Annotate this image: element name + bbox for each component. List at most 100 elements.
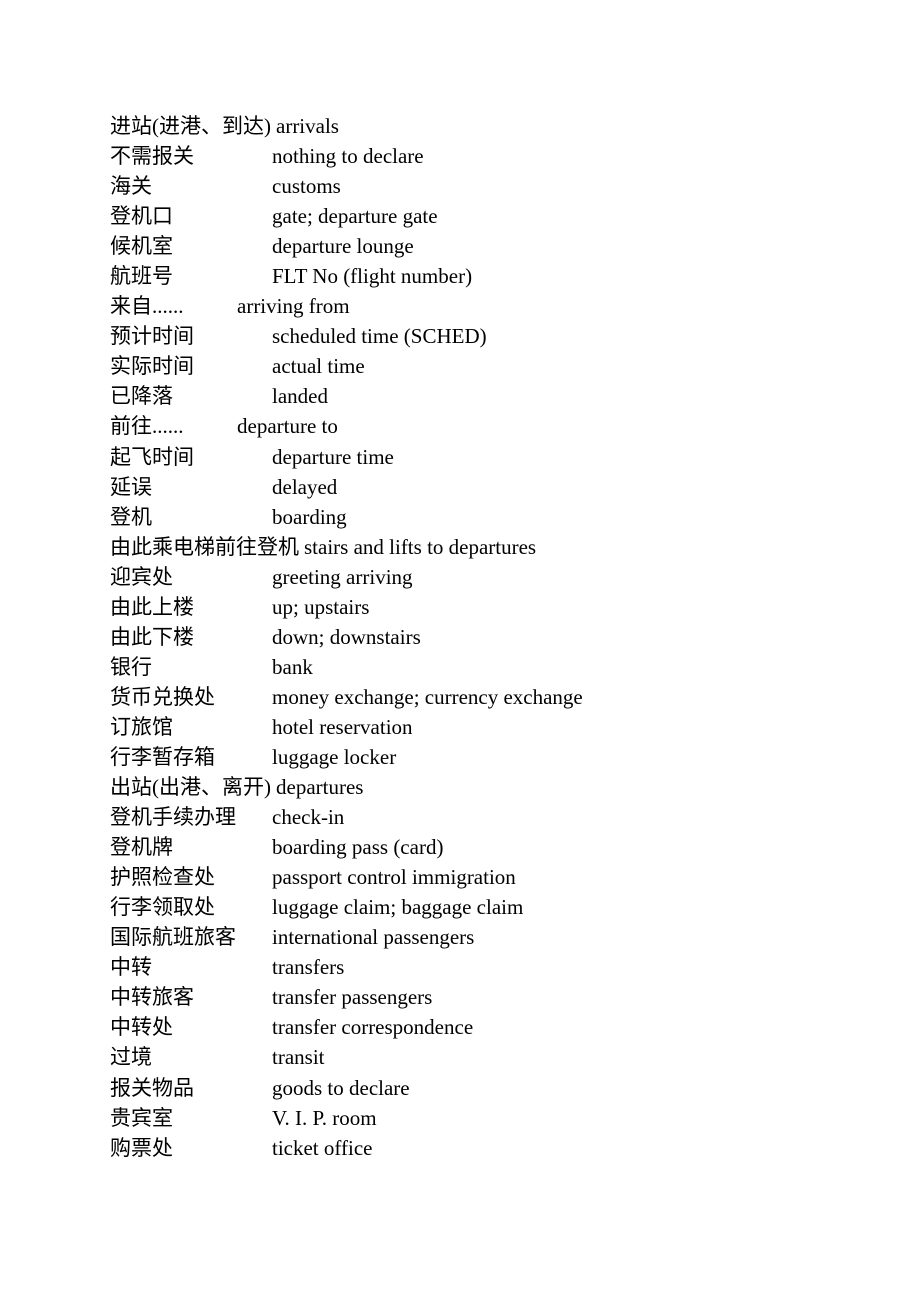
chinese-term: 出站(出港、离开) xyxy=(110,775,271,800)
english-term: luggage locker xyxy=(272,744,397,769)
english-term: hotel reservation xyxy=(272,714,413,739)
chinese-term: 迎宾处 xyxy=(110,564,173,589)
vocabulary-row: 国际航班旅客 international passengers xyxy=(110,922,536,952)
vocabulary-row: 候机室 departure lounge xyxy=(110,231,536,261)
vocabulary-row: 登机牌 boarding pass (card) xyxy=(110,832,536,862)
chinese-term: 贵宾室 xyxy=(110,1105,173,1130)
vocabulary-row: 预计时间 scheduled time (SCHED) xyxy=(110,321,536,351)
vocabulary-row: 由此乘电梯前往登机 stairs and lifts to departures xyxy=(110,532,536,562)
english-term: transfer correspondence xyxy=(272,1015,474,1040)
chinese-term: 预计时间 xyxy=(110,324,194,349)
english-term: landed xyxy=(272,384,328,409)
chinese-term: 国际航班旅客 xyxy=(110,925,236,950)
vocabulary-row: 登机口 gate; departure gate xyxy=(110,201,536,231)
chinese-term: 过境 xyxy=(110,1045,152,1070)
english-term: actual time xyxy=(272,354,365,379)
english-term: check-in xyxy=(272,805,345,830)
vocabulary-row: 银行 bank xyxy=(110,652,536,682)
chinese-term: 登机 xyxy=(110,504,152,529)
chinese-term: 登机手续办理 xyxy=(110,805,236,830)
english-term: greeting arriving xyxy=(272,564,413,589)
english-term: transit xyxy=(272,1045,325,1070)
english-term: scheduled time (SCHED) xyxy=(272,324,487,349)
vocabulary-row: 已降落 landed xyxy=(110,381,536,411)
chinese-term: 行李领取处 xyxy=(110,895,215,920)
english-term: up; upstairs xyxy=(272,594,370,619)
vocabulary-row: 延误 delayed xyxy=(110,472,536,502)
chinese-term: 银行 xyxy=(110,654,152,679)
vocabulary-row: 中转处 transfer correspondence xyxy=(110,1012,536,1042)
chinese-term: 由此下楼 xyxy=(110,624,194,649)
chinese-term: 购票处 xyxy=(110,1135,173,1160)
vocabulary-row: 海关 customs xyxy=(110,171,536,201)
vocabulary-row: 中转旅客 transfer passengers xyxy=(110,982,536,1012)
english-term: ticket office xyxy=(272,1135,373,1160)
vocabulary-row: 行李领取处 luggage claim; baggage claim xyxy=(110,892,536,922)
english-term: transfer passengers xyxy=(272,985,433,1010)
english-term: passport control immigration xyxy=(272,865,516,890)
vocabulary-list: 进站(进港、到达) arrivals 不需报关 nothing to declare 海… xyxy=(110,111,583,1163)
vocabulary-row: 报关物品 goods to declare xyxy=(110,1073,536,1103)
english-term: customs xyxy=(272,174,341,199)
english-term: departure time xyxy=(272,444,394,469)
chinese-term: 进站(进港、到达) xyxy=(110,114,271,138)
chinese-term: 来自...... xyxy=(110,294,184,319)
vocabulary-row: 前往...... departure to xyxy=(110,411,536,441)
english-term: departure to xyxy=(237,414,338,439)
chinese-term: 不需报关 xyxy=(110,144,194,169)
english-term: bank xyxy=(272,654,313,679)
english-term: money exchange; currency exchange xyxy=(272,684,583,709)
vocabulary-row: 中转 transfers xyxy=(110,952,536,982)
vocabulary-row: 进站(进港、到达) arrivals xyxy=(110,111,536,141)
english-term: boarding xyxy=(272,504,347,529)
english-term: gate; departure gate xyxy=(272,204,438,229)
vocabulary-row: 登机 boarding xyxy=(110,502,536,532)
english-term: departure lounge xyxy=(272,234,414,259)
chinese-term: 起飞时间 xyxy=(110,444,194,469)
english-term: stairs and lifts to departures xyxy=(304,534,537,559)
chinese-term: 护照检查处 xyxy=(110,865,215,890)
chinese-term: 中转旅客 xyxy=(110,985,194,1010)
vocabulary-row: 货币兑换处 money exchange; currency exchange xyxy=(110,682,583,712)
chinese-term: 延误 xyxy=(110,474,152,499)
english-term: delayed xyxy=(272,474,338,499)
english-term: transfers xyxy=(272,955,345,980)
chinese-term: 海关 xyxy=(110,174,152,199)
chinese-term: 中转处 xyxy=(110,1015,173,1040)
chinese-term: 候机室 xyxy=(110,234,173,259)
english-term: departures xyxy=(276,775,364,800)
chinese-term: 由此乘电梯前往登机 xyxy=(110,534,299,559)
vocabulary-row: 护照检查处 passport control immigration xyxy=(110,862,536,892)
chinese-term: 已降落 xyxy=(110,384,173,409)
chinese-term: 货币兑换处 xyxy=(110,684,215,709)
chinese-term: 中转 xyxy=(110,955,152,980)
vocabulary-row: 出站(出港、离开) departures xyxy=(110,772,536,802)
vocabulary-row: 贵宾室 V. I. P. room xyxy=(110,1103,536,1133)
english-term: luggage claim; baggage claim xyxy=(272,895,524,920)
english-term: international passengers xyxy=(272,925,475,950)
vocabulary-row: 起飞时间 departure time xyxy=(110,442,536,472)
vocabulary-row: 过境 transit xyxy=(110,1042,536,1072)
english-term: FLT No (flight number) xyxy=(272,264,473,289)
english-term: arrivals xyxy=(276,114,339,138)
english-term: goods to declare xyxy=(272,1075,410,1100)
vocabulary-row: 行李暂存箱 luggage locker xyxy=(110,742,536,772)
english-term: nothing to declare xyxy=(272,144,424,169)
chinese-term: 登机口 xyxy=(110,204,173,229)
english-term: down; downstairs xyxy=(272,624,421,649)
chinese-term: 报关物品 xyxy=(110,1075,194,1100)
english-term: arriving from xyxy=(237,294,350,319)
chinese-term: 行李暂存箱 xyxy=(110,744,215,769)
vocabulary-row: 实际时间 actual time xyxy=(110,351,536,381)
chinese-term: 前往...... xyxy=(110,414,184,439)
vocabulary-row: 由此下楼 down; downstairs xyxy=(110,622,536,652)
vocabulary-row: 订旅馆 hotel reservation xyxy=(110,712,536,742)
vocabulary-row: 迎宾处 greeting arriving xyxy=(110,562,536,592)
english-term: boarding pass (card) xyxy=(272,835,444,860)
vocabulary-row: 购票处 ticket office xyxy=(110,1133,536,1163)
chinese-term: 订旅馆 xyxy=(110,714,173,739)
vocabulary-row: 由此上楼 up; upstairs xyxy=(110,592,536,622)
english-term: V. I. P. room xyxy=(272,1105,377,1130)
chinese-term: 实际时间 xyxy=(110,354,194,379)
chinese-term: 航班号 xyxy=(110,264,173,289)
